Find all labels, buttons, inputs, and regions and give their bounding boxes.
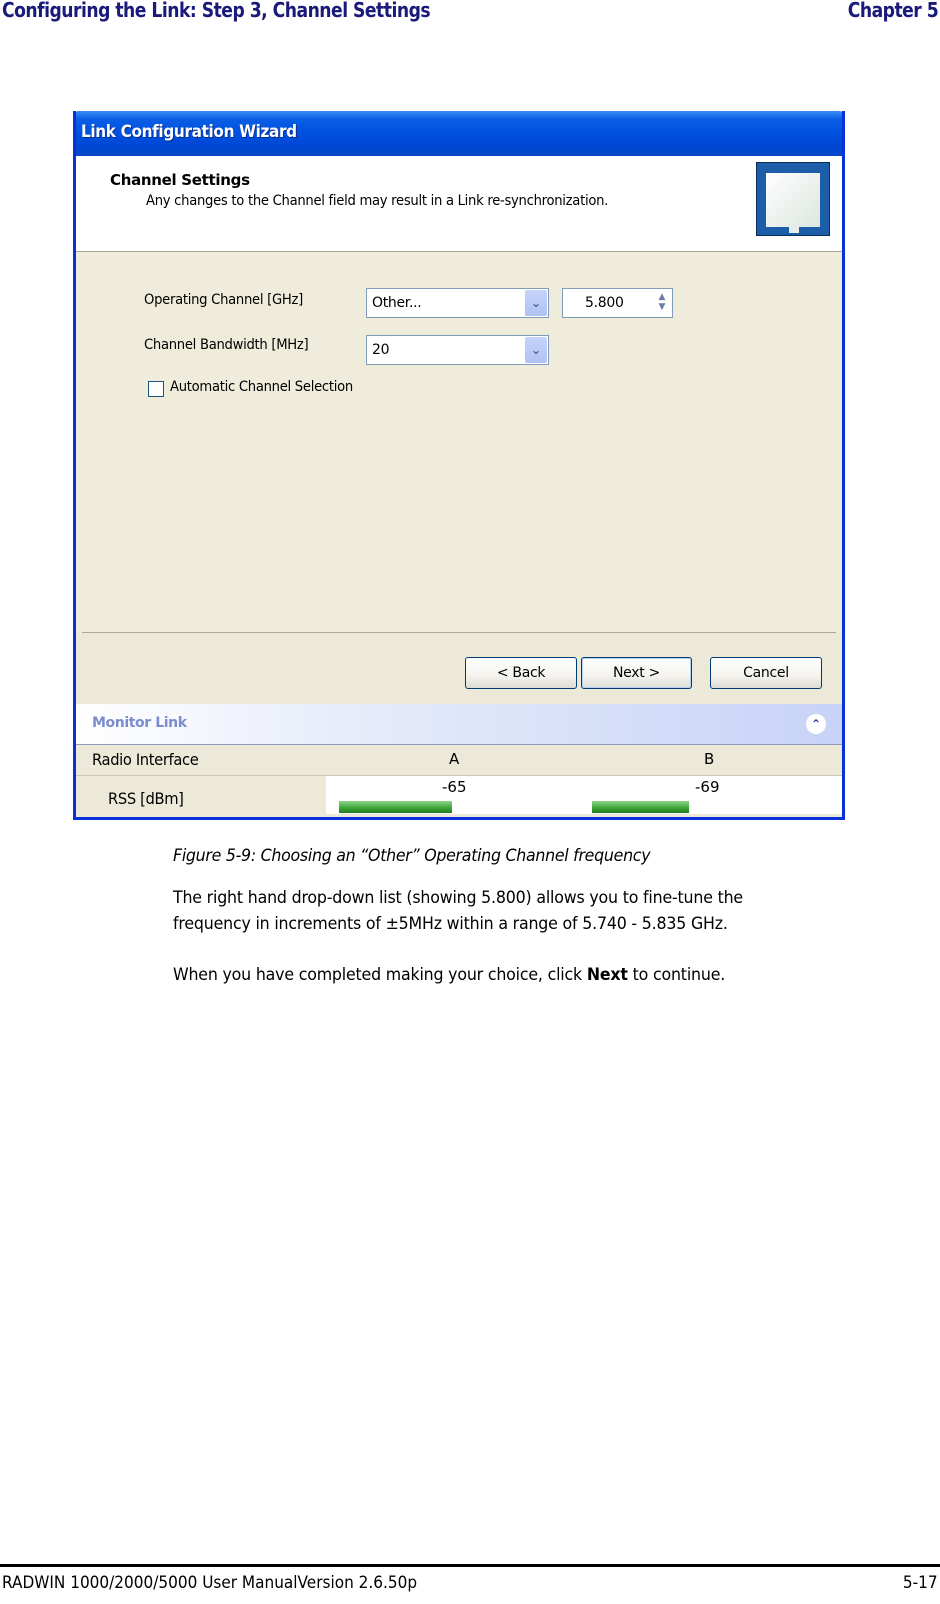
channel-bandwidth-value: 20: [372, 342, 390, 358]
chevron-down-icon[interactable]: ⌄: [525, 290, 547, 316]
wizard-device-icon: [756, 162, 830, 236]
monitor-link-header[interactable]: Monitor Link ⌃: [76, 704, 842, 745]
rss-cells: -65 -69: [326, 776, 842, 814]
section-title: Configuring the Link: Step 3, Channel Se…: [2, 0, 431, 22]
rss-label: RSS [dBm]: [108, 789, 184, 808]
next-emphasis: Next: [586, 965, 628, 985]
wizard-header: Channel Settings Any changes to the Chan…: [76, 156, 842, 252]
automatic-channel-label: Automatic Channel Selection: [170, 379, 353, 395]
page-header: Configuring the Link: Step 3, Channel Se…: [0, 0, 940, 26]
column-a-header: A: [449, 750, 460, 768]
operating-channel-value: Other...: [372, 295, 422, 311]
window-titlebar: Link Configuration Wizard: [76, 111, 842, 156]
window-title: Link Configuration Wizard: [81, 122, 297, 142]
wizard-body: Operating Channel [GHz] Other... ⌄ 5.800…: [76, 252, 842, 632]
frequency-spinner[interactable]: 5.800 ▲ ▼: [562, 288, 673, 318]
footer-page-number: 5-17: [903, 1573, 938, 1593]
cancel-button[interactable]: Cancel: [710, 657, 822, 689]
radio-interface-label: Radio Interface: [92, 750, 199, 769]
rss-a-value: -65: [442, 778, 467, 796]
paragraph-2: When you have completed making your choi…: [173, 962, 725, 988]
operating-channel-label: Operating Channel [GHz]: [144, 292, 303, 308]
spin-up-down-icon[interactable]: ▲ ▼: [654, 292, 670, 314]
monitor-link-title: Monitor Link: [92, 715, 187, 731]
rss-row: RSS [dBm] -65 -69: [76, 776, 842, 814]
channel-bandwidth-dropdown[interactable]: 20 ⌄: [366, 335, 549, 365]
column-b-header: B: [704, 750, 715, 768]
back-button[interactable]: < Back: [465, 657, 577, 689]
footer-rule: [0, 1564, 940, 1567]
paragraph-1-line-1: The right hand drop-down list (showing 5…: [173, 888, 743, 908]
frequency-value: 5.800: [585, 295, 624, 311]
rss-b-value: -69: [695, 778, 720, 796]
paragraph-1-line-2: frequency in increments of ±5MHz within …: [173, 914, 728, 934]
operating-channel-dropdown[interactable]: Other... ⌄: [366, 288, 549, 318]
monitor-link-panel: Monitor Link ⌃ Radio Interface A B RSS […: [76, 704, 842, 817]
paragraph-2-before: When you have completed making your choi…: [173, 965, 587, 985]
channel-bandwidth-label: Channel Bandwidth [MHz]: [144, 337, 309, 353]
chevron-down-icon[interactable]: ⌄: [525, 337, 547, 363]
link-configuration-wizard-window: Link Configuration Wizard Channel Settin…: [73, 111, 845, 820]
figure-caption: Figure 5-9: Choosing an “Other” Operatin…: [173, 846, 651, 866]
wizard-step-title: Channel Settings: [110, 171, 250, 189]
rss-a-bar: [339, 801, 452, 813]
footer-manual-version: RADWIN 1000/2000/5000 User ManualVersion…: [2, 1573, 418, 1593]
double-chevron-up-icon[interactable]: ⌃: [806, 714, 826, 734]
wizard-step-subtitle: Any changes to the Channel field may res…: [146, 193, 609, 209]
rss-b-bar: [592, 801, 689, 813]
automatic-channel-checkbox[interactable]: [148, 381, 164, 397]
wizard-buttons: < Back Next > Cancel: [76, 634, 842, 704]
paragraph-2-after: to continue.: [627, 965, 726, 985]
next-button[interactable]: Next >: [581, 657, 692, 689]
chapter-label: Chapter 5: [847, 0, 939, 22]
radio-interface-row: Radio Interface A B: [76, 745, 842, 776]
